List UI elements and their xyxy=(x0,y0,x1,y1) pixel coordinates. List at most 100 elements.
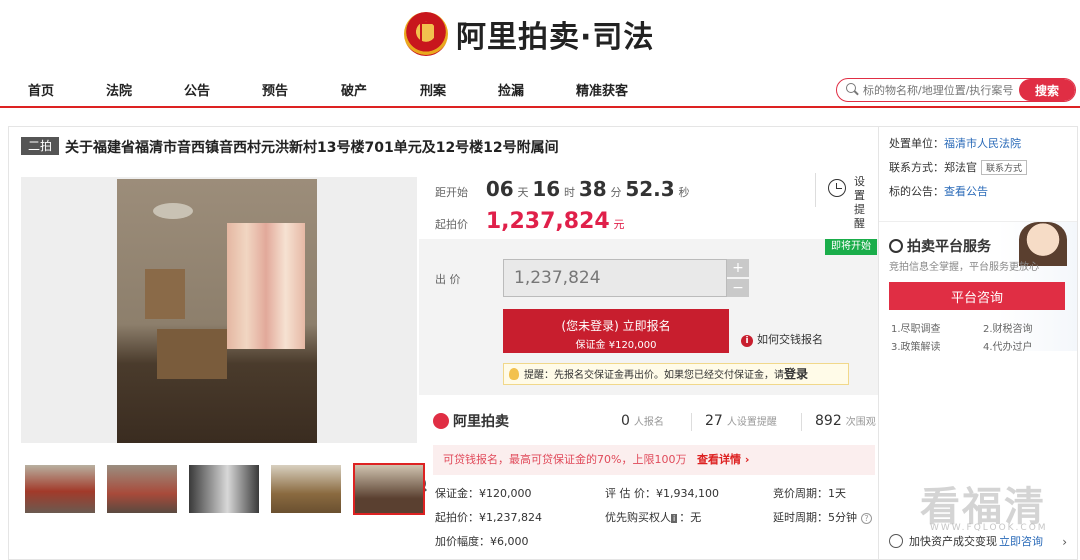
view-notice-link[interactable]: 查看公告 xyxy=(944,185,988,198)
asset-consult-link[interactable]: 加快资产成交变现 立即咨询 xyxy=(889,533,1043,549)
signup-count: 0 人报名 xyxy=(621,413,664,429)
item-title: 关于福建省福清市音西镇音西村元洪新村13号楼701单元及12号楼12号附属间 xyxy=(65,140,559,156)
increase-bid-button[interactable]: + xyxy=(727,259,749,277)
thumbnail-3[interactable] xyxy=(189,465,259,513)
help-icon[interactable]: ? xyxy=(861,513,872,524)
service-icon xyxy=(889,239,903,253)
decrease-bid-button[interactable]: − xyxy=(727,279,749,297)
countdown-label: 距开始 xyxy=(435,186,468,199)
service-item-policy[interactable]: 3.政策解读 xyxy=(891,338,941,353)
reminder-label: 设置 提醒 xyxy=(854,175,875,231)
shelf xyxy=(145,269,185,319)
nav-item-precise[interactable]: 精准获客 xyxy=(576,80,628,99)
service-subtitle: 竞拍信息全掌握，平台服务更放心 xyxy=(889,262,1039,273)
main-photo[interactable] xyxy=(21,177,426,490)
start-price-label: 起拍价 xyxy=(435,218,468,231)
ali-auction-brand: 阿里拍卖 xyxy=(433,411,509,431)
nav-item-home[interactable]: 首页 xyxy=(28,80,54,99)
priority-buyer-info: 优先购买权人 i ：无 xyxy=(605,509,701,525)
loan-text: 可贷钱报名，最高可贷保证金的70%，上限100万 xyxy=(443,453,687,466)
start-price-info: 起拍价：¥1,237,824 xyxy=(435,511,542,524)
signup-deposit: 保证金 ¥120,000 xyxy=(575,340,657,351)
countdown-seconds: 52.3 xyxy=(625,177,675,201)
nav-item-criminal[interactable]: 刑案 xyxy=(420,80,446,99)
brand-name: 阿里拍卖·司法 xyxy=(456,20,655,55)
signup-count-value: 0 xyxy=(621,413,630,429)
auction-card: 二拍 关于福建省福清市音西镇音西村元洪新村13号楼701单元及12号楼12号附属… xyxy=(8,126,879,560)
view-count: 892 次围观 xyxy=(815,413,876,429)
login-link[interactable]: 登录 xyxy=(784,367,808,381)
signup-button[interactable]: (您未登录) 立即报名 保证金 ¥120,000 xyxy=(503,309,729,353)
thumbnail-1[interactable] xyxy=(25,465,95,513)
consult-now-link[interactable]: 立即咨询 xyxy=(999,533,1043,549)
set-reminder-button[interactable]: 设置 提醒 xyxy=(815,173,875,230)
thumbnail-2[interactable] xyxy=(107,465,177,513)
disposal-unit-label: 处置单位： xyxy=(889,137,944,150)
service-item-transfer[interactable]: 4.代办过户 xyxy=(983,338,1033,353)
start-price-unit: 元 xyxy=(613,218,625,231)
ali-logo-icon xyxy=(433,413,449,429)
disposal-unit: 处置单位：福清市人民法院 xyxy=(889,135,1021,151)
loan-details-link[interactable]: 查看详情 › xyxy=(697,445,749,475)
nav-item-court[interactable]: 法院 xyxy=(106,80,132,99)
chevron-right-icon[interactable]: › xyxy=(1062,535,1067,549)
increment-info: 加价幅度：¥6,000 xyxy=(435,535,529,548)
price-panel: 距开始 06 天 16 时 38 分 52.3 秒 起拍价 1,237,824 … xyxy=(425,167,879,239)
reminder-count: 27 人设置提醒 xyxy=(705,413,777,429)
nav-item-notice[interactable]: 公告 xyxy=(184,80,210,99)
search-box: 搜索 xyxy=(836,78,1076,102)
service-title-text: 拍卖平台服务 xyxy=(907,239,991,255)
thumbnail-5-selected[interactable] xyxy=(353,463,425,515)
round-badge: 二拍 xyxy=(21,137,59,155)
deposit-info: 保证金：¥120,000 xyxy=(435,487,532,500)
nav-item-preview[interactable]: 预告 xyxy=(262,80,288,99)
countdown-hours: 16 xyxy=(532,177,561,201)
service-title: 拍卖平台服务 xyxy=(889,236,991,256)
contact-button[interactable]: 联系方式 xyxy=(981,160,1028,175)
disposal-unit-link[interactable]: 福清市人民法院 xyxy=(944,137,1021,150)
search-input[interactable] xyxy=(863,80,1023,100)
desk xyxy=(157,329,227,379)
tip-text: 提醒：先报名交保证金再出价。如果您已经交付保证金，请 xyxy=(524,370,784,381)
priority-buyer-label: 优先购买权人 xyxy=(605,511,671,524)
thumbnail-4[interactable] xyxy=(271,465,341,513)
bid-cycle-info: 竞价周期：1天 xyxy=(773,487,846,500)
platform-service: 拍卖平台服务 竞拍信息全掌握，平台服务更放心 平台咨询 1.尽职调查 2.财税咨… xyxy=(879,221,1077,353)
priority-buyer-value: ：无 xyxy=(679,511,702,524)
consult-button[interactable]: 平台咨询 xyxy=(889,282,1065,310)
nav-item-bankruptcy[interactable]: 破产 xyxy=(341,80,367,99)
bid-amount-input[interactable] xyxy=(503,259,727,297)
contact-label: 联系方式：郑法官 xyxy=(889,161,977,174)
signup-count-label: 人报名 xyxy=(633,417,664,428)
divider xyxy=(691,413,692,431)
how-to-pay-label: 如何交钱报名 xyxy=(757,333,823,346)
countdown: 距开始 06 天 16 时 38 分 52.3 秒 xyxy=(435,177,690,201)
auction-info: 阿里拍卖 0 人报名 27 人设置提醒 892 次围观 可贷钱报名，最高可贷保证金的7… xyxy=(419,401,879,560)
view-count-label: 次围观 xyxy=(845,417,876,428)
reminder-line2: 提醒 xyxy=(854,203,865,230)
countdown-days: 06 xyxy=(485,177,514,201)
info-icon[interactable]: i xyxy=(671,514,678,523)
how-to-pay-link[interactable]: i 如何交钱报名 xyxy=(741,331,823,347)
asset-consult-text: 加快资产成交变现 xyxy=(909,535,997,548)
appraisal-info: 评 估 价：¥1,934,100 xyxy=(605,487,719,500)
start-price-value: 1,237,824 xyxy=(485,209,610,234)
thumbnail-strip xyxy=(21,463,425,515)
info-icon: i xyxy=(741,335,753,347)
reminder-line1: 设置 xyxy=(854,175,865,202)
delay-cycle-info: 延时周期：5分钟? xyxy=(773,509,872,525)
search-button[interactable]: 搜索 xyxy=(1019,79,1075,101)
service-item-tax[interactable]: 2.财税咨询 xyxy=(983,320,1033,335)
nav-item-bargain[interactable]: 捡漏 xyxy=(498,80,524,99)
site-logo[interactable]: 阿里拍卖·司法 xyxy=(404,8,654,60)
status-badge: 即将开始 xyxy=(825,239,877,255)
lightbulb-icon xyxy=(509,368,519,380)
watermark-url: WWW.FQLOOK.COM xyxy=(930,523,1048,533)
countdown-seconds-unit: 秒 xyxy=(678,186,690,199)
bid-area: 即将开始 出 价 + − (您未登录) 立即报名 保证金 ¥120,000 i如… xyxy=(419,239,879,395)
search-icon xyxy=(843,80,863,100)
service-item-due-diligence[interactable]: 1.尽职调查 xyxy=(891,320,941,335)
room-photo xyxy=(117,179,317,443)
countdown-minutes: 38 xyxy=(578,177,607,201)
delay-cycle-text: 延时周期：5分钟 xyxy=(773,511,857,524)
